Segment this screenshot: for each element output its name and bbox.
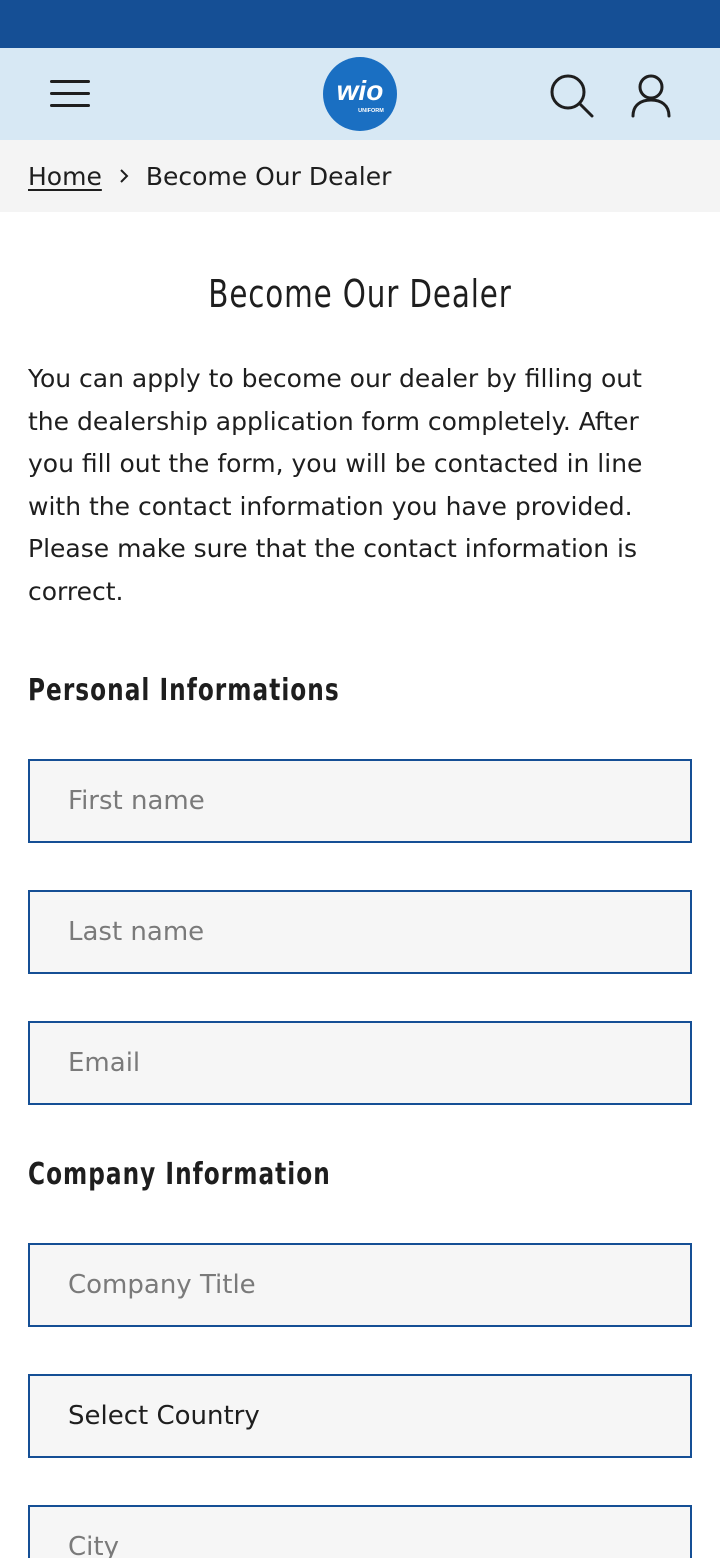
- personal-info-heading: Personal Informations: [28, 673, 340, 708]
- company-title-field[interactable]: Company Title: [28, 1243, 692, 1327]
- city-field[interactable]: City: [28, 1505, 692, 1558]
- intro-text: You can apply to become our dealer by fi…: [28, 364, 643, 606]
- main-content: Become Our Dealer You can apply to becom…: [0, 270, 720, 1558]
- breadcrumb: Home Become Our Dealer: [0, 140, 720, 212]
- breadcrumb-home-link[interactable]: Home: [28, 162, 102, 191]
- logo-image: wio UNIFORM: [323, 57, 397, 131]
- top-bar: [0, 0, 720, 48]
- first-name-field[interactable]: First name: [28, 759, 692, 843]
- user-icon[interactable]: [630, 72, 672, 118]
- logo-subtext: UNIFORM: [358, 108, 384, 114]
- company-info-heading: Company Information: [28, 1157, 331, 1192]
- chevron-right-icon: [102, 167, 146, 185]
- logo-text: wio: [337, 75, 384, 106]
- last-name-field[interactable]: Last name: [28, 890, 692, 974]
- search-icon[interactable]: [548, 72, 594, 118]
- page: wio UNIFORM Home Become Our Dealer Becom…: [0, 0, 720, 1558]
- breadcrumb-current: Become Our Dealer: [145, 161, 392, 191]
- site-header: wio UNIFORM: [0, 48, 720, 140]
- wio-logo[interactable]: wio UNIFORM: [323, 57, 397, 131]
- page-title: Become Our Dealer: [208, 272, 512, 316]
- menu-icon[interactable]: [50, 78, 90, 110]
- country-select[interactable]: Select Country: [28, 1374, 692, 1458]
- email-field[interactable]: Email: [28, 1021, 692, 1105]
